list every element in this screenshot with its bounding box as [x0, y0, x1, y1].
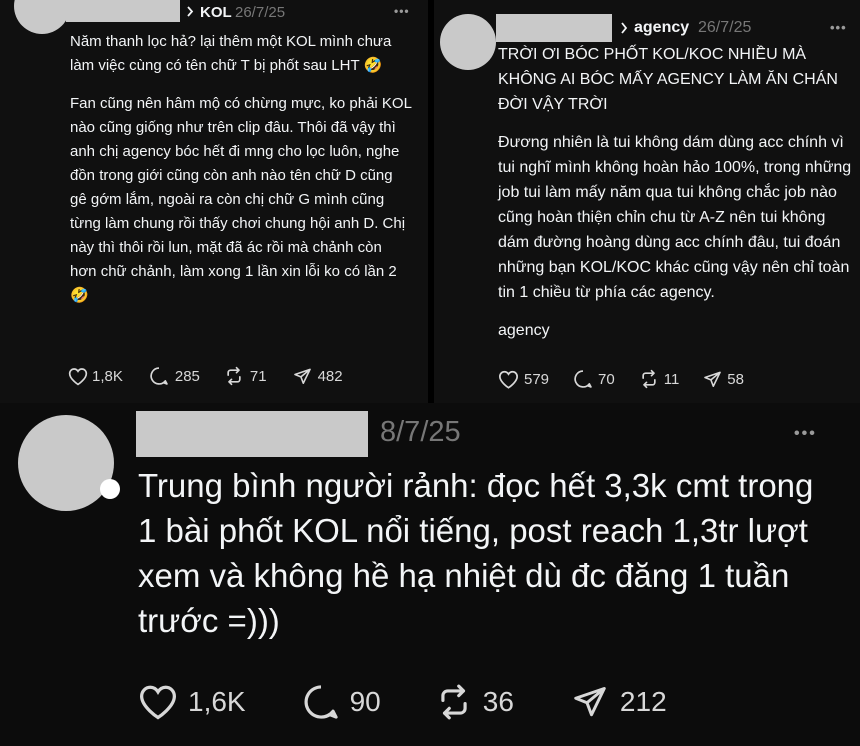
post-date: 26/7/25 [235, 4, 286, 21]
heart-icon [139, 685, 177, 720]
like-count: 1,8K [92, 367, 123, 385]
more-dots-icon[interactable]: ••• [794, 425, 817, 443]
reply-button[interactable]: 285 [149, 366, 200, 386]
comment-bubble-icon [304, 685, 338, 719]
post-body: Trung bình người rảnh: đọc hết 3,3k cmt … [138, 463, 838, 643]
like-button[interactable]: 1,8K [68, 367, 123, 386]
like-count: 1,6K [188, 686, 246, 717]
post-date: 26/7/25 [698, 19, 752, 36]
share-button[interactable]: 58 [703, 370, 744, 389]
share-count: 58 [727, 370, 744, 388]
send-icon [293, 368, 311, 384]
avatar[interactable] [18, 415, 114, 511]
repost-count: 36 [482, 686, 514, 717]
share-button[interactable]: 482 [293, 367, 343, 386]
like-count: 579 [524, 370, 550, 388]
reply-button[interactable]: 70 [573, 369, 615, 389]
post-actions: 579 70 11 58 [498, 369, 744, 389]
post-agency: agency 26/7/25 ••• TRỜI ƠI BÓC PHỐT KOL/… [434, 0, 860, 403]
share-count: 212 [619, 686, 667, 717]
share-button[interactable]: 212 [572, 684, 667, 720]
topic-tag[interactable]: agency [634, 19, 689, 37]
post-paragraph: Năm thanh lọc hả? lại thêm một KOL mình … [70, 33, 392, 74]
reply-button[interactable]: 90 [302, 683, 381, 721]
repost-icon [642, 369, 656, 389]
redacted-username [496, 14, 612, 42]
avatar[interactable] [440, 14, 496, 70]
like-button[interactable]: 1,6K [138, 684, 246, 720]
post-actions: 1,8K 285 71 482 [68, 366, 343, 386]
send-icon [704, 371, 722, 387]
post-date: 8/7/25 [380, 416, 461, 448]
reply-count: 285 [174, 367, 200, 385]
repost-button[interactable]: 36 [435, 683, 514, 721]
heart-icon [498, 370, 519, 389]
repost-button[interactable]: 71 [224, 366, 267, 386]
chevron-right-icon [187, 6, 194, 17]
comment-bubble-icon [574, 370, 592, 388]
more-dots-icon[interactable]: ••• [830, 20, 847, 35]
post-paragraph: Fan cũng nên hâm mộ có chừng mực, ko phả… [70, 95, 412, 304]
post-paragraph: Trung bình người rảnh: đọc hết 3,3k cmt … [138, 467, 814, 639]
repost-count: 11 [663, 370, 680, 388]
chevron-right-icon [621, 22, 628, 34]
post-body: Năm thanh lọc hả? lại thêm một KOL mình … [70, 30, 412, 308]
repost-icon [227, 366, 241, 386]
more-dots-icon[interactable]: ••• [394, 4, 410, 18]
post-actions: 1,6K 90 36 212 [138, 683, 667, 721]
follow-badge[interactable] [100, 479, 120, 499]
heart-icon [68, 367, 88, 385]
post-kol: KOL 26/7/25 ••• Năm thanh lọc hả? lại th… [0, 0, 428, 403]
post-reach: 8/7/25 ••• Trung bình người rảnh: đọc hế… [0, 403, 860, 746]
post-paragraph: Đương nhiên là tui không dám dùng acc ch… [498, 134, 852, 301]
redacted-username [136, 411, 368, 457]
redacted-username [66, 0, 180, 22]
avatar[interactable] [14, 0, 70, 34]
reply-count: 70 [598, 370, 615, 388]
send-icon [574, 687, 606, 717]
repost-icon [441, 684, 467, 720]
post-paragraph: agency [498, 322, 550, 339]
share-count: 482 [317, 367, 343, 385]
repost-count: 71 [249, 367, 267, 385]
like-button[interactable]: 579 [498, 370, 549, 389]
comment-bubble-icon [150, 367, 168, 385]
topic-tag[interactable]: KOL [200, 4, 232, 21]
reply-count: 90 [349, 686, 381, 717]
post-paragraph: TRỜI ƠI BÓC PHỐT KOL/KOC NHIỀU MÀ KHÔNG … [498, 46, 838, 113]
post-body: TRỜI ƠI BÓC PHỐT KOL/KOC NHIỀU MÀ KHÔNG … [498, 42, 852, 343]
repost-button[interactable]: 11 [639, 369, 680, 389]
